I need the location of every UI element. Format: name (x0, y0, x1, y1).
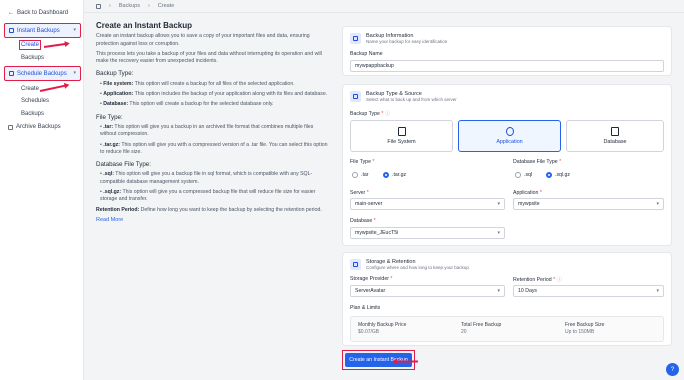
application-label: Application * (513, 190, 542, 196)
radio-tar[interactable]: .tar (352, 172, 369, 178)
sidebar: ← Back to Dashboard Instant Backups ▾ Cr… (0, 0, 84, 380)
intro-text: Create an instant backup allows you to s… (96, 33, 310, 47)
application-select[interactable]: mywpsite ▾ (513, 198, 664, 210)
radio-tar-gz[interactable]: .tar.gz (383, 172, 406, 178)
backup-name-input[interactable]: mywpappbackup (350, 60, 664, 72)
chevron-down-icon: ▾ (656, 288, 659, 294)
file-icon (397, 127, 406, 136)
server-label: Server * (350, 190, 369, 196)
archive-icon (8, 124, 13, 130)
retention-period-label: Retention Period * ⓘ (513, 277, 562, 283)
arrow-left-icon: ← (8, 10, 14, 16)
back-to-dashboard-link[interactable]: ← Back to Dashboard (8, 10, 68, 16)
radio-sql[interactable]: .sql (515, 172, 532, 178)
annotation-arrow (394, 361, 418, 363)
type-option-file-system[interactable]: File System (350, 120, 453, 152)
sidebar-item-schedule-backups[interactable]: Backups (21, 111, 44, 117)
list-item: • .tar: This option will give you a back… (100, 123, 314, 138)
backup-icon (9, 28, 14, 33)
db-file-type-label: Database File Type * (513, 159, 562, 165)
calendar-icon (9, 71, 14, 76)
sidebar-item-archive-backups[interactable]: Archive Backups (8, 124, 61, 130)
database-icon (350, 91, 361, 102)
backup-type-heading: Backup Type: (96, 70, 134, 78)
monthly-price: Monthly Backup Price $0.07/GB (358, 322, 407, 335)
chevron-down-icon: ▾ (656, 201, 659, 207)
retention-period-select[interactable]: 10 Days ▾ (513, 285, 664, 297)
server-select[interactable]: main-server ▾ (350, 198, 505, 210)
plan-limits-heading: Plan & Limits (350, 305, 381, 311)
chevron-down-icon: ▾ (497, 288, 500, 294)
storage-provider-select[interactable]: ServerAvatar ▾ (350, 285, 505, 297)
sidebar-group-schedule-backups[interactable]: Schedule Backups ▾ (4, 66, 81, 81)
sidebar-item-instant-backups[interactable]: Backups (21, 55, 44, 61)
list-item: • Application: This option includes the … (100, 91, 328, 98)
home-icon[interactable] (96, 3, 101, 9)
retention-info: Retention Period: Define how long you wa… (96, 206, 322, 213)
card-subtitle: Name your backup for easy identification (366, 39, 448, 44)
chevron-down-icon: ▾ (73, 27, 76, 33)
create-instant-backup-button[interactable]: Create an Instant Backup (345, 353, 412, 367)
application-icon (505, 127, 514, 136)
chevron-right-icon: › (109, 3, 111, 9)
info-panel: Create an Instant Backup Create an insta… (96, 21, 331, 224)
card-subtitle: Configure where and how long to keep you… (366, 265, 469, 270)
chevron-down-icon: ▾ (497, 230, 500, 236)
card-header: Backup Type & Source Select what to back… (350, 91, 457, 102)
sidebar-group-instant-backups[interactable]: Instant Backups ▾ (4, 23, 81, 38)
list-item: • Database: This option will create a ba… (100, 101, 274, 108)
chevron-down-icon: ▾ (73, 70, 76, 76)
list-item: • .sql.gz: This option will give you a c… (100, 189, 316, 203)
backup-name-label: Backup Name (350, 51, 383, 57)
card-header: Backup Information Name your backup for … (350, 33, 447, 44)
intro-text-2: This process lets you take a backup of y… (96, 50, 322, 65)
card-subtitle: Select what to back up and from which se… (366, 97, 457, 102)
database-icon (611, 127, 619, 136)
backup-type-label: Backup Type * ⓘ (350, 111, 391, 117)
file-type-label: File Type * (350, 159, 375, 165)
sidebar-item-schedules[interactable]: Schedules (21, 98, 49, 104)
list-item: • .tar.gz: This option will give you wit… (100, 141, 328, 155)
breadcrumb-create: Create (157, 3, 175, 9)
plan-limits-box: Monthly Backup Price $0.07/GB Total Free… (350, 316, 664, 342)
divider (84, 12, 684, 13)
storage-provider-label: Storage Provider * (350, 276, 393, 282)
storage-icon (350, 259, 361, 270)
total-free-backup: Total Free Backup 20 (461, 322, 502, 335)
chevron-down-icon: ▾ (497, 201, 500, 207)
type-option-application[interactable]: Application (458, 120, 561, 152)
file-type-heading: File Type: (96, 113, 123, 121)
chat-help-icon[interactable]: ? (666, 363, 679, 376)
chevron-right-icon: › (147, 3, 150, 9)
free-backup-size: Free Backup Size Up to 150MB (565, 322, 605, 335)
read-more-link[interactable]: Read More (96, 217, 331, 224)
backup-type-source-card: Backup Type & Source Select what to back… (342, 84, 672, 246)
database-select[interactable]: mywpsite_JEucT5i ▾ (350, 227, 505, 239)
card-header: Storage & Retention Configure where and … (350, 259, 469, 270)
info-icon (350, 33, 361, 44)
page-title: Create an Instant Backup (96, 21, 193, 30)
breadcrumb-backups[interactable]: Backups (119, 3, 140, 9)
sidebar-item-schedule-create[interactable]: Create (21, 86, 39, 92)
db-file-type-heading: Database File Type: (96, 161, 151, 169)
list-item: • File system: This option will create a… (100, 80, 295, 87)
type-option-database[interactable]: Database (566, 120, 664, 152)
radio-sql-gz[interactable]: .sql.gz (546, 172, 570, 178)
list-item: • .sql: This option will give you a back… (100, 171, 313, 185)
sidebar-item-instant-create[interactable]: Create (21, 42, 39, 48)
breadcrumb: › Backups › Create (96, 3, 174, 9)
database-label: Database * (350, 218, 376, 224)
